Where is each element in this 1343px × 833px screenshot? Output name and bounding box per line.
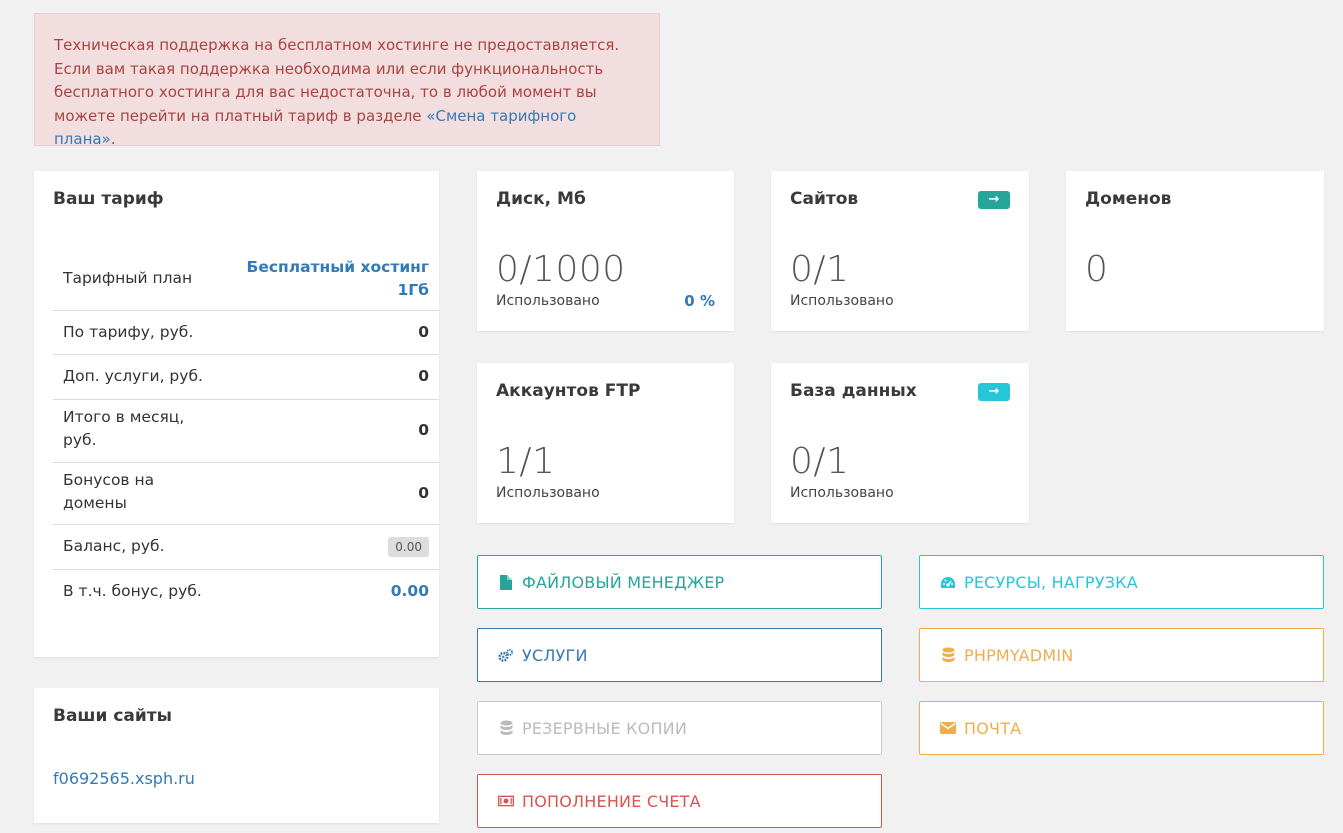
plan-value[interactable]: Бесплатный хостинг 1Гб xyxy=(247,256,430,302)
button-label: Резервные копии xyxy=(522,718,688,738)
alert-line: бесплатного хостинга для вас недостаточн… xyxy=(54,83,597,101)
sites-count-title: Сайтов xyxy=(790,189,859,209)
ftp-value: 1/1 xyxy=(496,441,556,482)
plan-name-line: Бесплатный хостинг xyxy=(246,258,430,276)
alert-line: Техническая поддержка на бесплатном хост… xyxy=(54,36,620,54)
ftp-title: Аккаунтов FTP xyxy=(496,381,641,401)
button-label: phpMyAdmin xyxy=(964,645,1074,665)
row-label: Тарифный план xyxy=(63,269,193,287)
row-value: 0 xyxy=(418,323,429,341)
db-card: База данных → 0/1 Использовано xyxy=(771,363,1029,523)
money-icon xyxy=(498,795,514,807)
row-label-line: Итого в месяц, xyxy=(63,408,185,426)
button-label: Почта xyxy=(964,718,1022,738)
row-value: 0 xyxy=(418,367,429,385)
file-icon xyxy=(498,574,514,590)
alert-line: можете перейти на платный тариф в раздел… xyxy=(54,105,639,152)
sites-title: Ваши сайты xyxy=(53,706,172,726)
backups-button[interactable]: Резервные копии xyxy=(477,701,882,755)
sites-panel: Ваши сайты f0692565.xsph.ru xyxy=(34,688,439,823)
gears-icon xyxy=(498,648,514,663)
row-value: 0.00 xyxy=(390,582,429,600)
db-sub: Использовано xyxy=(790,485,894,501)
disk-value: 0/1000 xyxy=(496,249,626,290)
row-label: Бонусов на домены xyxy=(63,469,154,515)
button-label: Пополнение счета xyxy=(522,791,701,811)
tariff-row: По тарифу, руб. 0 xyxy=(53,311,439,355)
tariff-row: Баланс, руб. 0.00 xyxy=(53,525,439,570)
tariff-title: Ваш тариф xyxy=(53,189,164,209)
sites-value: 0/1 xyxy=(790,249,850,290)
tariff-row: Доп. услуги, руб. 0 xyxy=(53,355,439,400)
domains-title: Доменов xyxy=(1085,189,1172,209)
file-manager-button[interactable]: Файловый менеджер xyxy=(477,555,882,609)
arrow-right-icon: → xyxy=(988,192,1000,207)
sites-arrow-button[interactable]: → xyxy=(978,191,1010,209)
mail-button[interactable]: Почта xyxy=(919,701,1324,755)
row-label: По тарифу, руб. xyxy=(63,323,194,341)
tariff-row: Итого в месяц, руб. 0 xyxy=(53,400,439,463)
row-label-line: руб. xyxy=(63,431,97,449)
button-label: Услуги xyxy=(522,645,588,665)
services-button[interactable]: Услуги xyxy=(477,628,882,682)
dashboard-icon xyxy=(940,576,956,589)
resources-button[interactable]: Ресурсы, нагрузка xyxy=(919,555,1324,609)
free-hosting-alert: Техническая поддержка на бесплатном хост… xyxy=(34,13,660,148)
button-label: Файловый менеджер xyxy=(522,572,725,592)
alert-line: Если вам такая поддержка необходима или … xyxy=(54,59,604,78)
domains-value: 0 xyxy=(1085,249,1109,290)
disk-card: Диск, Мб 0/1000 Использовано 0 % xyxy=(477,171,734,331)
database-icon xyxy=(498,720,514,736)
site-link[interactable]: f0692565.xsph.ru xyxy=(53,769,195,788)
envelope-icon xyxy=(940,722,956,734)
db-title: База данных xyxy=(790,381,917,401)
tariff-row-plan: Тарифный план Бесплатный хостинг 1Гб xyxy=(53,247,439,311)
row-value: 0 xyxy=(418,484,429,502)
button-label: Ресурсы, нагрузка xyxy=(964,572,1138,592)
alert-text: можете перейти на платный тариф в раздел… xyxy=(54,106,427,125)
db-value: 0/1 xyxy=(790,441,850,482)
alert-text: . xyxy=(110,130,116,148)
sites-sub: Использовано xyxy=(790,293,894,309)
ftp-card: Аккаунтов FTP 1/1 Использовано xyxy=(477,363,734,523)
disk-sub: Использовано xyxy=(496,293,600,309)
tariff-row: Бонусов на домены 0 xyxy=(53,463,439,525)
plan-name-line: 1Гб xyxy=(397,281,429,299)
row-label-line: Бонусов на xyxy=(63,471,155,489)
domains-card: Доменов 0 xyxy=(1066,171,1324,331)
row-label: Доп. услуги, руб. xyxy=(63,367,203,385)
topup-button[interactable]: Пополнение счета xyxy=(477,774,882,828)
tariff-panel: Ваш тариф Тарифный план Бесплатный хости… xyxy=(34,171,439,657)
sites-card: Сайтов → 0/1 Использовано xyxy=(771,171,1029,331)
row-label-line: домены xyxy=(63,494,127,512)
row-label: Баланс, руб. xyxy=(63,537,165,555)
disk-title: Диск, Мб xyxy=(496,189,586,209)
phpmyadmin-button[interactable]: phpMyAdmin xyxy=(919,628,1324,682)
balance-badge: 0.00 xyxy=(388,537,429,557)
row-label: В т.ч. бонус, руб. xyxy=(63,582,202,600)
row-label: Итого в месяц, руб. xyxy=(63,406,184,452)
database-icon xyxy=(940,647,956,663)
db-arrow-button[interactable]: → xyxy=(978,383,1010,401)
arrow-right-icon: → xyxy=(988,384,1000,399)
disk-percent: 0 % xyxy=(684,292,715,310)
row-value: 0 xyxy=(418,421,429,439)
ftp-sub: Использовано xyxy=(496,485,600,501)
tariff-row: В т.ч. бонус, руб. 0.00 xyxy=(53,570,439,614)
